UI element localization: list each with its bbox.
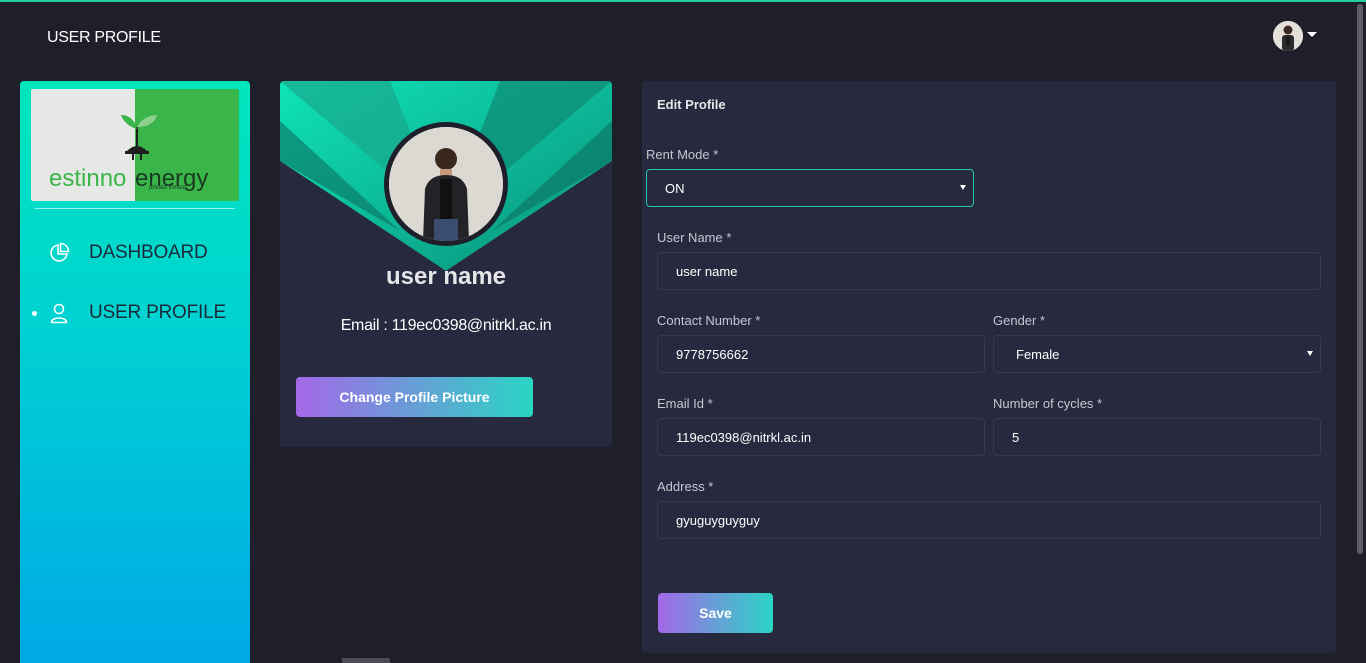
sidebar-item-dashboard[interactable]: DASHBOARD — [48, 238, 238, 268]
select-caret-icon — [960, 185, 966, 190]
edit-profile-card: Edit Profile Rent Mode * ON User Name * … — [642, 81, 1336, 653]
gender-value: Female — [1016, 346, 1060, 362]
profile-photo — [384, 122, 508, 246]
rent-mode-value: ON — [665, 180, 685, 196]
contact-number-label: Contact Number * — [657, 313, 761, 328]
save-button[interactable]: Save — [658, 593, 773, 633]
plant-plug-icon — [121, 115, 157, 160]
profile-card: user name Email : 119ec0398@nitrkl.ac.in… — [280, 81, 612, 447]
address-value: gyuguyguyguy — [676, 512, 760, 528]
vertical-scrollbar[interactable] — [1357, 4, 1363, 554]
email-id-input[interactable]: 119ec0398@nitrkl.ac.in — [657, 418, 985, 456]
sidebar-divider — [35, 208, 235, 209]
pie-chart-icon — [48, 242, 70, 264]
user-name-input[interactable]: user name — [657, 252, 1321, 290]
sidebar: estinno energy private limited DASHBOARD… — [20, 81, 250, 663]
cycles-value: 5 — [1012, 429, 1020, 445]
logo-subtext: private limited — [149, 185, 187, 191]
page-title: USER PROFILE — [47, 29, 161, 46]
contact-number-value: 9778756662 — [676, 346, 749, 362]
change-profile-picture-button[interactable]: Change Profile Picture — [296, 377, 533, 417]
edit-profile-title: Edit Profile — [657, 97, 726, 112]
person-photo — [389, 127, 503, 241]
profile-name: user name — [385, 263, 507, 290]
user-name-value: user name — [676, 263, 738, 279]
email-id-label: Email Id * — [657, 396, 713, 411]
sidebar-item-label: USER PROFILE — [89, 302, 226, 323]
top-navbar: USER PROFILE — [0, 2, 1366, 72]
select-caret-icon — [1307, 351, 1313, 356]
user-icon — [48, 302, 70, 324]
active-indicator-dot — [32, 311, 37, 316]
cycles-input[interactable]: 5 — [993, 418, 1321, 456]
horizontal-scrollbar[interactable] — [342, 658, 390, 663]
profile-email: Email : 119ec0398@nitrkl.ac.in — [340, 317, 552, 334]
address-input[interactable]: gyuguyguyguy — [657, 501, 1321, 539]
user-name-label: User Name * — [657, 230, 732, 245]
rent-mode-select[interactable]: ON — [646, 169, 974, 207]
sidebar-item-label: DASHBOARD — [89, 242, 208, 263]
logo-word-estinno: estinno — [49, 165, 127, 192]
gender-label: Gender * — [993, 313, 1046, 328]
caret-down-icon[interactable] — [1307, 32, 1317, 37]
company-logo[interactable]: estinno energy private limited — [31, 89, 239, 201]
contact-number-input[interactable]: 9778756662 — [657, 335, 985, 373]
address-label: Address * — [657, 479, 714, 494]
rent-mode-label: Rent Mode * — [646, 147, 719, 162]
email-id-value: 119ec0398@nitrkl.ac.in — [676, 429, 812, 445]
avatar-image — [1273, 21, 1303, 51]
gender-select[interactable]: Female — [993, 335, 1321, 373]
cycles-label: Number of cycles * — [993, 396, 1103, 411]
user-avatar[interactable] — [1273, 21, 1303, 51]
sidebar-item-user-profile[interactable]: USER PROFILE — [48, 298, 238, 328]
